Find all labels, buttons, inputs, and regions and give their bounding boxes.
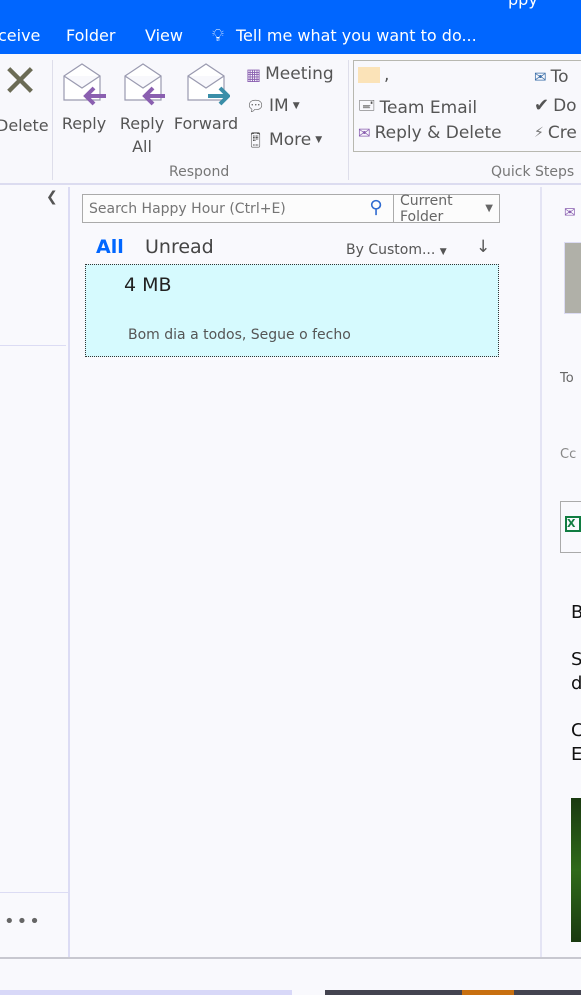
attachment[interactable]: X [560,501,581,553]
chevron-down-icon: ▼ [485,203,493,214]
calendar-icon: ▦ [246,64,262,84]
reply-all-icon [124,63,165,106]
quick-step-done[interactable]: ✔ Do [534,95,577,116]
chevron-down-icon: ▼ [292,101,300,111]
to-label: To [560,371,574,386]
reply-envelope-icon: ✉ [358,124,371,142]
collapse-chevron-icon[interactable]: ❮ [46,189,58,205]
lightning-icon: ⚡︎ [534,125,544,141]
chevron-down-icon: ▼ [315,135,323,145]
folder-icon [358,67,380,83]
message-item[interactable]: 4 MB Bom dia a todos, Segue o fecho [85,264,499,357]
title-bar: ppy ceive Folder View 💡︎ Tell me what yo… [0,0,581,54]
quick-steps-group-label: Quick Steps [491,164,575,180]
search-bar: ⚲ Current Folder▼ [82,193,500,225]
tab-send-receive[interactable]: ceive [0,26,40,45]
search-icon[interactable]: ⚲ [359,195,393,222]
message-list-pane: ⚲ Current Folder▼ All Unread By Custom..… [72,187,542,957]
more-button[interactable]: 📱︎ More ▼ [246,130,322,150]
email-icon: 🖃 [358,96,376,114]
checkmark-icon: ✔ [534,95,550,116]
envelope-icon: ✉ [564,205,576,221]
folder-pane: ❮ ••• [0,187,70,957]
quick-step-reply-delete[interactable]: ✉ Reply & Delete [358,123,502,143]
im-button[interactable]: 💬︎ IM ▼ [246,96,300,116]
quick-step-to-manager[interactable]: ✉ To [534,67,568,87]
message-size: 4 MB [124,274,172,296]
quick-step-team-email[interactable]: 🖃 Team Email [358,95,477,120]
reply-button[interactable]: Reply [58,62,110,135]
forward-envelope-icon: ✉ [534,68,547,86]
filter-all[interactable]: All [96,236,124,258]
forward-icon [187,63,231,106]
delete-icon: ✕ [1,56,39,107]
reading-pane: ✉ To Cc X B S d C E [544,187,581,957]
sort-direction-icon[interactable]: ↓ [476,237,490,257]
reply-icon [63,63,106,106]
chat-icon: 💬︎ [246,97,266,115]
status-bar [0,957,581,995]
more-options-icon[interactable]: ••• [4,911,42,932]
reply-all-button[interactable]: Reply All [116,62,168,158]
quick-step-create-new[interactable]: ⚡︎ Cre [534,123,577,143]
filter-unread[interactable]: Unread [145,236,214,258]
ribbon: ✕ Delete Reply Reply All Forward ▦ Meetin… [0,54,581,185]
sort-dropdown[interactable]: By Custom... ▼ [346,242,447,258]
phone-icon: 📱︎ [246,131,266,149]
delete-button[interactable]: ✕ Delete [0,56,49,137]
tell-me-input[interactable]: Tell me what you want to do... [236,26,477,45]
sender-avatar [564,242,581,314]
message-preview: Bom dia a todos, Segue o fecho [128,327,351,343]
lightbulb-icon: 💡︎ [212,26,224,46]
excel-icon: X [565,516,581,532]
meeting-button[interactable]: ▦ Meeting [246,64,334,84]
window-title: ppy [508,0,538,9]
quick-step-move[interactable]: , [358,65,389,85]
search-input[interactable] [83,195,359,222]
respond-group-label: Respond [169,164,230,180]
quick-steps-gallery: , 🖃 Team Email ✉ Reply & Delete ✉ To ✔ Do ⚡︎… [353,60,581,152]
tab-view[interactable]: View [145,26,183,45]
search-scope-dropdown[interactable]: Current Folder ▼ [393,193,499,225]
cc-label: Cc [560,447,577,462]
embedded-image [571,798,581,942]
chevron-down-icon: ▼ [439,247,447,257]
message-body: B S d C E [571,602,581,765]
tab-folder[interactable]: Folder [66,26,115,45]
forward-button[interactable]: Forward [172,62,240,135]
